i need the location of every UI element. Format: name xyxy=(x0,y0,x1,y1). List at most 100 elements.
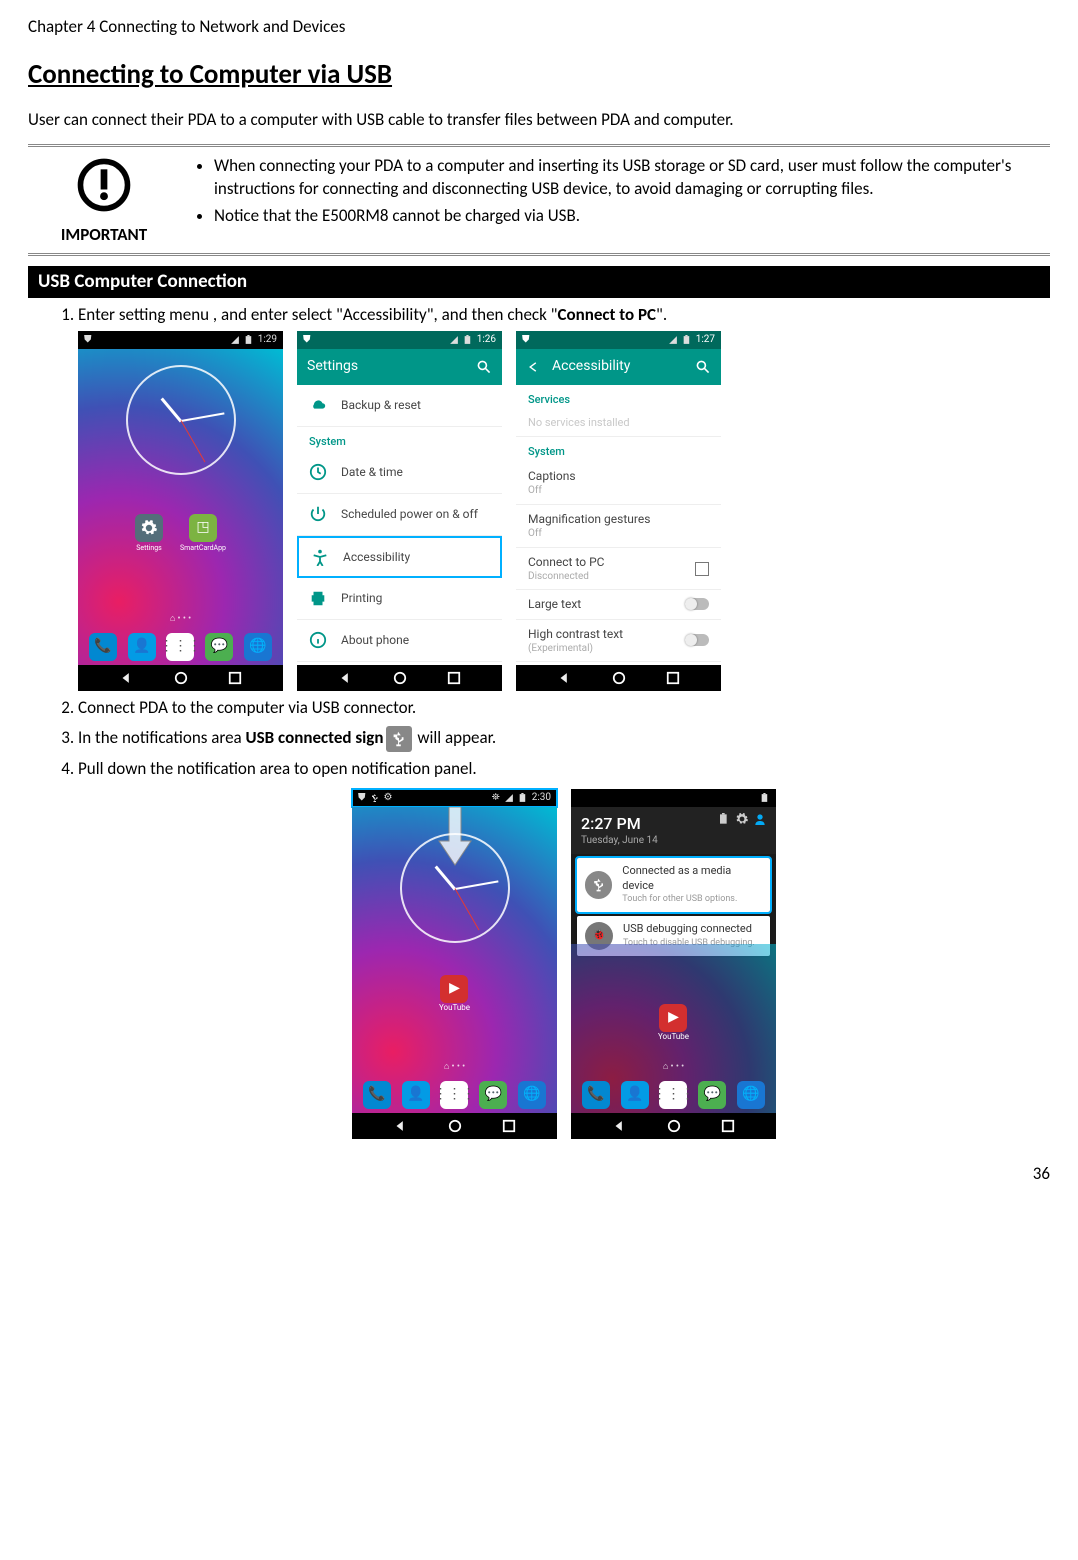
item-label: High contrast text xyxy=(528,626,623,642)
app-smartcard[interactable]: ◳ SmartCardApp xyxy=(180,514,226,553)
dock-browser[interactable]: 🌐 xyxy=(518,1081,546,1109)
switch-icon[interactable] xyxy=(685,634,709,646)
nav-back-icon[interactable] xyxy=(557,671,571,685)
battery-icon xyxy=(244,335,254,345)
dock-browser[interactable]: 🌐 xyxy=(737,1081,765,1109)
checkbox-icon[interactable] xyxy=(695,562,709,576)
nav-home-icon[interactable] xyxy=(612,671,626,685)
important-item-1: When connecting your PDA to a computer a… xyxy=(214,155,1044,201)
back-icon[interactable] xyxy=(526,360,540,374)
step-3-text-a: In the notifications area xyxy=(78,727,246,748)
nav-back-icon[interactable] xyxy=(612,1119,626,1133)
nav-recent-icon[interactable] xyxy=(228,671,242,685)
item-about[interactable]: About phone xyxy=(297,620,502,662)
switch-icon[interactable] xyxy=(685,598,709,610)
chapter-header: Chapter 4 Connecting to Network and Devi… xyxy=(28,16,1050,39)
panel-time: 2:27 PM xyxy=(581,813,658,835)
dock-apps[interactable]: ⋮⋮⋮ xyxy=(166,633,194,661)
item-magnification[interactable]: Magnification gesturesOff xyxy=(516,505,721,548)
clock-widget[interactable] xyxy=(400,833,510,943)
item-high-contrast[interactable]: High contrast text(Experimental) xyxy=(516,620,721,663)
app-youtube[interactable]: ▶ YouTube xyxy=(439,975,470,1014)
nav-home-icon[interactable] xyxy=(393,671,407,685)
item-captions[interactable]: CaptionsOff xyxy=(516,462,721,505)
nav-recent-icon[interactable] xyxy=(447,671,461,685)
step-4: Pull down the notification area to open … xyxy=(78,758,1050,1139)
dock-browser[interactable]: 🌐 xyxy=(244,633,272,661)
nav-back-icon[interactable] xyxy=(393,1119,407,1133)
notif-sub: Touch for other USB options. xyxy=(622,893,762,905)
clock-text: 1:27 xyxy=(696,333,715,347)
screenshot-settings: ⛊ 1:26 Settings Backup & reset System Da… xyxy=(297,331,502,691)
step-3-bold: USB connected sign xyxy=(246,727,384,748)
important-icon xyxy=(76,157,132,220)
status-bar: ⛊ 1:27 xyxy=(516,331,721,349)
nav-home-icon[interactable] xyxy=(667,1119,681,1133)
dock-messages[interactable]: 💬 xyxy=(698,1081,726,1109)
page-indicator: ⌂ • • • xyxy=(78,613,283,625)
clock-widget[interactable] xyxy=(126,365,236,475)
nav-recent-icon[interactable] xyxy=(721,1119,735,1133)
intro-paragraph: User can connect their PDA to a computer… xyxy=(28,109,1050,132)
item-printing[interactable]: Printing xyxy=(297,578,502,620)
usb-icon xyxy=(386,726,412,752)
item-datetime[interactable]: Date & time xyxy=(297,452,502,494)
gear-icon xyxy=(141,520,157,536)
app-bar-title: Accessibility xyxy=(552,357,630,376)
item-no-services: No services installed xyxy=(516,410,721,438)
status-bar: ⛊ 1:29 xyxy=(78,331,283,349)
item-label: Date & time xyxy=(341,464,403,480)
dock-phone[interactable]: 📞 xyxy=(363,1081,391,1109)
nav-recent-icon[interactable] xyxy=(502,1119,516,1133)
important-box: IMPORTANT When connecting your PDA to a … xyxy=(28,144,1050,256)
dock-contacts[interactable]: 👤 xyxy=(128,633,156,661)
item-sub: (Experimental) xyxy=(528,642,623,656)
app-youtube[interactable]: ▶ YouTube xyxy=(658,1004,689,1043)
screenshot-home: ⛊ 1:29 xyxy=(78,331,283,691)
important-item-2: Notice that the E500RM8 cannot be charge… xyxy=(214,205,1044,228)
dock-apps[interactable]: ⋮⋮⋮ xyxy=(659,1081,687,1109)
battery-icon xyxy=(682,335,692,345)
dock-contacts[interactable]: 👤 xyxy=(621,1081,649,1109)
item-sub: Disconnected xyxy=(528,570,604,584)
item-accessibility[interactable]: Accessibility xyxy=(297,536,502,578)
item-label: Large text xyxy=(528,596,581,612)
app-settings-label: Settings xyxy=(136,544,162,553)
dock-messages[interactable]: 💬 xyxy=(479,1081,507,1109)
nav-back-icon[interactable] xyxy=(338,671,352,685)
dock-apps[interactable]: ⋮⋮⋮ xyxy=(440,1081,468,1109)
dock-contacts[interactable]: 👤 xyxy=(402,1081,430,1109)
battery-icon xyxy=(463,335,473,345)
app-smartcard-label: SmartCardApp xyxy=(180,544,226,553)
dock-phone[interactable]: 📞 xyxy=(89,633,117,661)
item-label: Connect to PC xyxy=(528,554,604,570)
app-settings[interactable]: Settings xyxy=(135,514,163,553)
print-icon xyxy=(309,589,327,607)
gear-icon[interactable] xyxy=(736,813,748,825)
item-scheduled-power[interactable]: Scheduled power on & off xyxy=(297,494,502,536)
item-connect-to-pc[interactable]: Connect to PCDisconnected xyxy=(516,548,721,591)
dock-phone[interactable]: 📞 xyxy=(582,1081,610,1109)
step-1: Enter setting menu , and enter select "A… xyxy=(78,304,1050,691)
notification-media-device[interactable]: Connected as a media deviceTouch for oth… xyxy=(577,858,770,912)
search-icon[interactable] xyxy=(695,359,711,375)
clock-text: 1:26 xyxy=(477,333,496,347)
item-large-text[interactable]: Large text xyxy=(516,590,721,619)
nav-home-icon[interactable] xyxy=(448,1119,462,1133)
screenshot-accessibility: ⛊ 1:27 Accessibility Services No service… xyxy=(516,331,721,691)
nav-recent-icon[interactable] xyxy=(666,671,680,685)
step-3-text-c: will appear. xyxy=(414,727,497,748)
status-bar-highlighted[interactable]: ⛊ ⚙ ⛯ 2:30 xyxy=(352,789,557,807)
user-icon[interactable] xyxy=(754,813,766,825)
accessibility-icon xyxy=(311,548,329,566)
clock-icon xyxy=(309,463,327,481)
step-2: Connect PDA to the computer via USB conn… xyxy=(78,697,1050,720)
nav-back-icon[interactable] xyxy=(119,671,133,685)
battery-icon xyxy=(718,813,730,825)
nav-home-icon[interactable] xyxy=(174,671,188,685)
search-icon[interactable] xyxy=(476,359,492,375)
dock-messages[interactable]: 💬 xyxy=(205,633,233,661)
item-backup[interactable]: Backup & reset xyxy=(297,385,502,427)
category-system: System xyxy=(297,427,502,452)
nav-bar xyxy=(297,665,502,691)
